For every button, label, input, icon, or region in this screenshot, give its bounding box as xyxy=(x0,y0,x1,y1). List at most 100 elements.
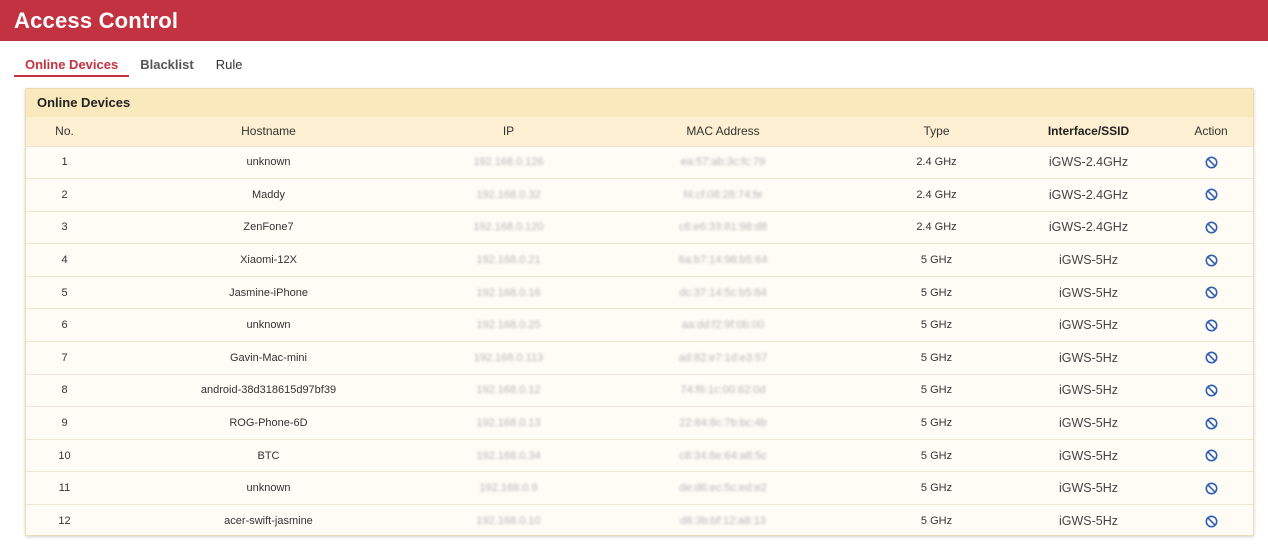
cell-hostname: ROG-Phone-6D xyxy=(229,417,308,430)
cell-no: 10 xyxy=(58,449,71,462)
table-row: 12 acer-swift-jasmine 192.168.0.10 d6:3b… xyxy=(26,504,1253,535)
cell-mac: c8:34:8e:64:a8:5c xyxy=(679,449,767,462)
cell-ip: 192.168.0.9 xyxy=(479,482,538,495)
cell-mac: dc:37:14:5c:b5:84 xyxy=(679,286,767,299)
cell-ip: 192.168.0.120 xyxy=(473,221,544,234)
cell-ip: 192.168.0.21 xyxy=(476,254,541,267)
cell-ssid: iGWS-5Hz xyxy=(1058,514,1119,529)
block-icon[interactable] xyxy=(1205,384,1218,397)
cell-action xyxy=(1167,505,1253,535)
block-icon[interactable] xyxy=(1205,351,1218,364)
tab-blacklist[interactable]: Blacklist xyxy=(129,55,204,77)
cell-hostname: unknown xyxy=(246,319,291,332)
table-row: 9 ROG-Phone-6D 192.168.0.13 22:84:8c:7b:… xyxy=(26,406,1253,440)
cell-action xyxy=(1167,276,1253,309)
cell-action xyxy=(1167,309,1253,342)
cell-mac: 74:f6:1c:00:62:0d xyxy=(680,384,766,397)
table-row: 7 Gavin-Mac-mini 192.168.0.113 ad:82:e7:… xyxy=(26,341,1253,375)
cell-mac: d6:3b:bf:12:a8:13 xyxy=(680,515,766,528)
block-icon[interactable] xyxy=(1205,515,1218,528)
block-icon[interactable] xyxy=(1205,221,1218,234)
cell-action xyxy=(1167,179,1253,212)
cell-ssid: iGWS-2.4GHz xyxy=(1048,155,1129,170)
cell-type: 5 GHz xyxy=(920,254,953,267)
block-icon[interactable] xyxy=(1205,319,1218,332)
cell-mac: ea:57:ab:3c:fc:79 xyxy=(680,156,766,169)
cell-action xyxy=(1167,407,1253,440)
cell-type: 2.4 GHz xyxy=(916,188,957,201)
cell-hostname: ZenFone7 xyxy=(243,221,294,234)
cell-type: 5 GHz xyxy=(920,286,953,299)
cell-mac: c6:e6:33:81:98:d8 xyxy=(678,221,768,234)
col-header-type: Type xyxy=(923,124,950,139)
cell-mac: de:d6:ec:5c:ed:e2 xyxy=(679,482,767,495)
cell-ssid: iGWS-5Hz xyxy=(1058,350,1119,365)
col-header-ssid: Interface/SSID xyxy=(1047,124,1130,139)
cell-ip: 192.168.0.10 xyxy=(476,515,541,528)
cell-action xyxy=(1167,211,1253,244)
cell-ip: 192.168.0.13 xyxy=(476,417,541,430)
cell-no: 9 xyxy=(61,417,68,430)
table-row: 2 Maddy 192.168.0.32 f4:cf:08:28:74:fe 2… xyxy=(26,178,1253,212)
block-icon[interactable] xyxy=(1205,417,1218,430)
cell-ip: 192.168.0.126 xyxy=(473,156,544,169)
cell-ssid: iGWS-5Hz xyxy=(1058,481,1119,496)
table-row: 8 android-38d318615d97bf39 192.168.0.12 … xyxy=(26,374,1253,407)
table-row: 5 Jasmine-iPhone 192.168.0.16 dc:37:14:5… xyxy=(26,276,1253,309)
cell-action xyxy=(1167,244,1253,277)
cell-ip: 192.168.0.34 xyxy=(476,449,541,462)
cell-ssid: iGWS-2.4GHz xyxy=(1048,187,1129,202)
block-icon[interactable] xyxy=(1205,482,1218,495)
table-row: 10 BTC 192.168.0.34 c8:34:8e:64:a8:5c 5 … xyxy=(26,439,1253,472)
block-icon[interactable] xyxy=(1205,286,1218,299)
tab-online-devices[interactable]: Online Devices xyxy=(14,55,130,77)
devices-table: No. Hostname IP MAC Address Type Interfa… xyxy=(26,117,1253,535)
cell-ip: 192.168.0.113 xyxy=(473,351,544,364)
col-header-mac: MAC Address xyxy=(686,124,760,139)
cell-mac: aa:dd:f2:9f:0b:00 xyxy=(681,319,765,332)
table-row: 4 Xiaomi-12X 192.168.0.21 6a:b7:14:98:b5… xyxy=(26,243,1253,277)
cell-hostname: android-38d318615d97bf39 xyxy=(200,384,337,397)
cell-no: 7 xyxy=(61,351,68,364)
table-header-row: No. Hostname IP MAC Address Type Interfa… xyxy=(26,117,1253,146)
block-icon[interactable] xyxy=(1205,254,1218,267)
cell-mac: ad:82:e7:1d:e3:57 xyxy=(678,351,768,364)
cell-type: 5 GHz xyxy=(920,319,953,332)
cell-hostname: Xiaomi-12X xyxy=(240,254,297,267)
cell-action xyxy=(1167,439,1253,472)
table-body: 1 unknown 192.168.0.126 ea:57:ab:3c:fc:7… xyxy=(26,146,1253,535)
cell-action xyxy=(1167,146,1253,179)
cell-ip: 192.168.0.16 xyxy=(476,286,541,299)
online-devices-panel: Online Devices No. Hostname IP MAC Addre… xyxy=(25,88,1254,536)
block-icon[interactable] xyxy=(1205,449,1218,462)
cell-no: 1 xyxy=(61,156,68,169)
cell-type: 5 GHz xyxy=(920,449,953,462)
cell-hostname: Gavin-Mac-mini xyxy=(229,351,307,364)
cell-type: 5 GHz xyxy=(920,417,953,430)
cell-ssid: iGWS-5Hz xyxy=(1058,253,1119,268)
cell-no: 5 xyxy=(61,286,68,299)
table-row: 1 unknown 192.168.0.126 ea:57:ab:3c:fc:7… xyxy=(26,146,1253,179)
cell-type: 2.4 GHz xyxy=(916,221,957,234)
cell-hostname: unknown xyxy=(246,156,291,169)
col-header-action: Action xyxy=(1194,124,1228,139)
cell-ssid: iGWS-5Hz xyxy=(1058,285,1119,300)
cell-action xyxy=(1167,472,1253,505)
cell-no: 6 xyxy=(61,319,68,332)
cell-type: 2.4 GHz xyxy=(916,156,957,169)
block-icon[interactable] xyxy=(1205,156,1218,169)
cell-action xyxy=(1167,342,1253,375)
cell-mac: 6a:b7:14:98:b5:64 xyxy=(678,254,768,267)
page-title: Access Control xyxy=(14,7,179,33)
cell-hostname: BTC xyxy=(257,449,280,462)
cell-no: 8 xyxy=(61,384,68,397)
tab-rule[interactable]: Rule xyxy=(205,55,254,77)
cell-ip: 192.168.0.32 xyxy=(476,188,541,201)
col-header-no: No. xyxy=(55,124,74,139)
cell-type: 5 GHz xyxy=(920,515,953,528)
cell-type: 5 GHz xyxy=(920,384,953,397)
tab-bar: Online Devices Blacklist Rule xyxy=(14,55,253,77)
cell-ssid: iGWS-5Hz xyxy=(1058,383,1119,398)
block-icon[interactable] xyxy=(1205,188,1218,201)
cell-ssid: iGWS-2.4GHz xyxy=(1048,220,1129,235)
